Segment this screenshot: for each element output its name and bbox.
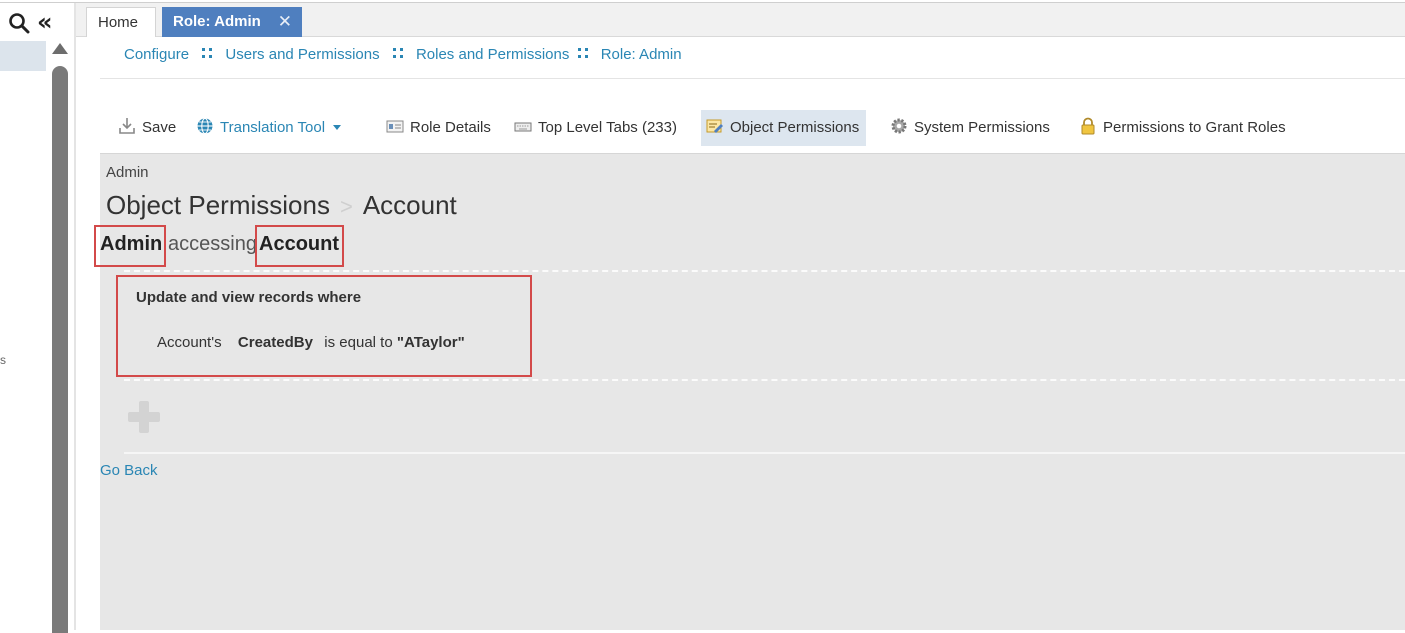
object-permissions-icon: [706, 119, 723, 133]
object-permissions-label: Object Permissions: [730, 119, 860, 136]
scrollbar-thumb[interactable]: [52, 66, 68, 633]
selected-nav-item[interactable]: [0, 41, 46, 71]
go-back-link[interactable]: Go Back: [100, 462, 158, 479]
id-card-icon: [386, 120, 404, 133]
chevron-down-icon: [333, 125, 342, 130]
rule-area-bottom-border: [124, 379, 1405, 381]
close-tab-icon[interactable]: ✕: [278, 7, 292, 37]
save-button[interactable]: Save: [118, 110, 176, 146]
system-permissions-button[interactable]: System Permissions: [890, 110, 1050, 146]
role-details-button[interactable]: Role Details: [386, 110, 491, 146]
lock-icon: [1081, 117, 1095, 135]
sidebar-scrollbar[interactable]: [51, 40, 69, 633]
rule-value: "ATaylor": [396, 334, 465, 351]
truncated-nav-label: s: [0, 353, 6, 367]
search-icon[interactable]: [8, 12, 30, 34]
translation-tool-dropdown[interactable]: Translation Tool: [196, 110, 342, 146]
rule-field: CreatedBy: [237, 334, 313, 351]
download-save-icon: [119, 118, 135, 134]
object-permissions-button[interactable]: Object Permissions: [701, 110, 867, 146]
access-role: Admin: [100, 233, 163, 255]
rule-condition: Account's CreatedBy is equal to "ATaylor…: [157, 334, 465, 351]
top-level-tabs-button[interactable]: Top Level Tabs (233): [514, 110, 677, 146]
system-permissions-label: System Permissions: [914, 119, 1050, 136]
breadcrumb-separator-icon: [391, 46, 405, 60]
title-separator: >: [339, 194, 353, 219]
page-title-object: Account: [362, 190, 457, 220]
tab-home[interactable]: Home: [86, 7, 156, 37]
plus-vertical-bar: [139, 401, 149, 433]
breadcrumb-users-and-permissions[interactable]: Users and Permissions: [225, 46, 379, 63]
permissions-to-grant-roles-button[interactable]: Permissions to Grant Roles: [1079, 110, 1286, 146]
tab-home-label: Home: [98, 14, 139, 31]
rule-operator: is equal to: [324, 334, 393, 351]
page-title-section: Object Permissions: [106, 190, 330, 220]
breadcrumb-separator-icon: [576, 46, 590, 60]
permissions-to-grant-roles-label: Permissions to Grant Roles: [1103, 119, 1286, 136]
page-title: Object Permissions > Account: [106, 190, 457, 221]
collapse-sidebar-icon[interactable]: «: [37, 10, 52, 34]
tab-role-admin-label: Role: Admin: [173, 13, 261, 30]
rule-subject: Account's: [157, 334, 222, 351]
scroll-up-arrow-icon[interactable]: [52, 43, 68, 54]
breadcrumb-configure[interactable]: Configure: [124, 46, 189, 63]
panel-section-divider: [124, 452, 1405, 454]
rule-area-top-border: [124, 270, 1405, 272]
rail-divider: [74, 3, 76, 630]
breadcrumb-separator-icon: [200, 46, 214, 60]
breadcrumb-roles-and-permissions[interactable]: Roles and Permissions: [416, 46, 569, 63]
top-level-tabs-label: Top Level Tabs (233): [538, 119, 677, 136]
breadcrumb: Configure Users and Permissions Roles an…: [124, 46, 682, 66]
gear-icon: [891, 118, 907, 134]
left-navigation-rail: « s: [0, 3, 72, 633]
header-divider: [100, 78, 1405, 79]
translation-tool-label: Translation Tool: [220, 119, 326, 136]
keyboard-icon: [514, 122, 532, 132]
role-name-label: Admin: [106, 164, 149, 181]
globe-icon: [197, 117, 213, 135]
breadcrumb-role-admin[interactable]: Role: Admin: [601, 46, 682, 63]
access-verb: accessing: [168, 233, 257, 255]
tab-strip: Home Role: Admin ✕: [76, 3, 1405, 37]
rule-title: Update and view records where: [136, 289, 362, 306]
access-object: Account: [259, 233, 339, 255]
role-details-label: Role Details: [410, 119, 491, 136]
tab-role-admin[interactable]: Role: Admin ✕: [162, 7, 302, 37]
add-rule-plus-icon[interactable]: [126, 399, 162, 435]
toolbar: Save Translation Tool Role Details Top L…: [110, 110, 1405, 146]
save-label: Save: [142, 119, 177, 136]
app-window: « s Home Role: Admin ✕ Configure Users a…: [0, 0, 1405, 633]
